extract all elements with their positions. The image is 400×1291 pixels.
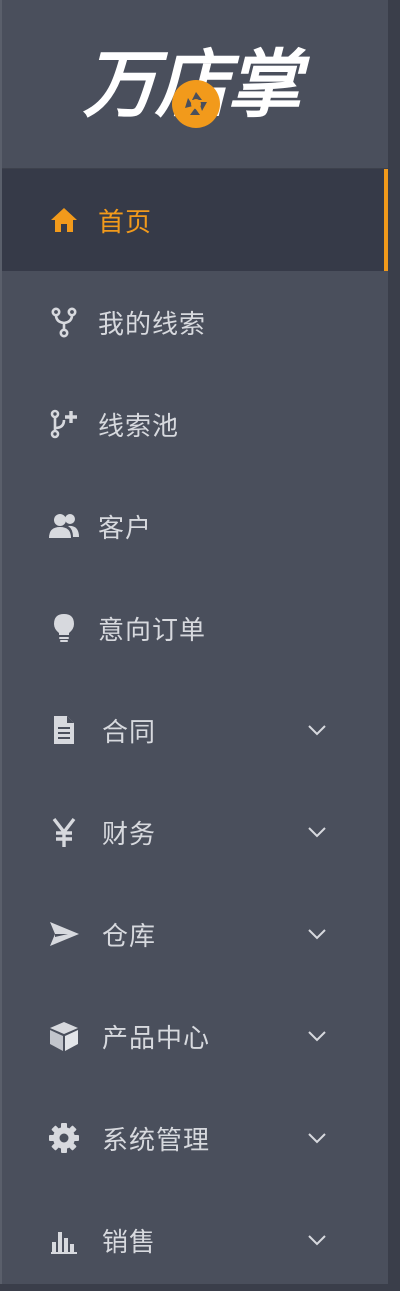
chevron-down-icon[interactable] — [306, 1229, 328, 1251]
branch-plus-icon — [46, 406, 82, 442]
sidebar: 万店掌 首页 我的线索 — [0, 0, 388, 1284]
home-icon — [46, 202, 82, 238]
nav-item-customers[interactable]: 客户 — [2, 475, 388, 577]
nav-item-intent-orders[interactable]: 意向订单 — [2, 577, 388, 679]
fork-icon — [46, 304, 82, 340]
document-icon — [46, 712, 82, 748]
nav-item-home[interactable]: 首页 — [2, 169, 388, 271]
aperture-logo-icon — [172, 80, 220, 128]
bar-chart-icon — [46, 1222, 82, 1258]
nav-label: 系统管理 — [102, 1125, 211, 1156]
nav-label: 首页 — [98, 207, 153, 238]
yen-icon — [46, 814, 82, 850]
chevron-down-icon[interactable] — [306, 923, 328, 945]
nav-label: 线索池 — [98, 411, 180, 442]
nav-item-warehouse[interactable]: 仓库 — [2, 883, 388, 985]
chevron-down-icon[interactable] — [306, 1025, 328, 1047]
chevron-down-icon[interactable] — [306, 1127, 328, 1149]
nav-label: 仓库 — [102, 921, 157, 952]
nav-label: 意向订单 — [98, 615, 207, 646]
nav-label: 财务 — [102, 819, 157, 850]
gear-icon — [46, 1120, 82, 1156]
cube-icon — [46, 1018, 82, 1054]
nav-label: 销售 — [102, 1227, 157, 1258]
nav-item-product-center[interactable]: 产品中心 — [2, 985, 388, 1087]
users-icon — [46, 508, 82, 544]
nav-item-finance[interactable]: 财务 — [2, 781, 388, 883]
nav-label: 我的线索 — [98, 309, 207, 340]
logo-area[interactable]: 万店掌 — [2, 0, 388, 169]
lightbulb-icon — [46, 610, 82, 646]
send-icon — [46, 916, 82, 952]
nav-item-sales[interactable]: 销售 — [2, 1189, 388, 1291]
nav-label: 合同 — [102, 717, 157, 748]
nav-item-my-leads[interactable]: 我的线索 — [2, 271, 388, 373]
nav-label: 客户 — [98, 513, 153, 544]
nav-item-lead-pool[interactable]: 线索池 — [2, 373, 388, 475]
nav-item-system-admin[interactable]: 系统管理 — [2, 1087, 388, 1189]
nav-menu: 首页 我的线索 线索池 客户 意向订单 合同 财务 仓库 产品中心 系统管理 销… — [2, 169, 388, 1291]
chevron-down-icon[interactable] — [306, 821, 328, 843]
nav-item-contracts[interactable]: 合同 — [2, 679, 388, 781]
nav-label: 产品中心 — [102, 1023, 211, 1054]
content-edge — [388, 0, 400, 1284]
chevron-down-icon[interactable] — [306, 719, 328, 741]
